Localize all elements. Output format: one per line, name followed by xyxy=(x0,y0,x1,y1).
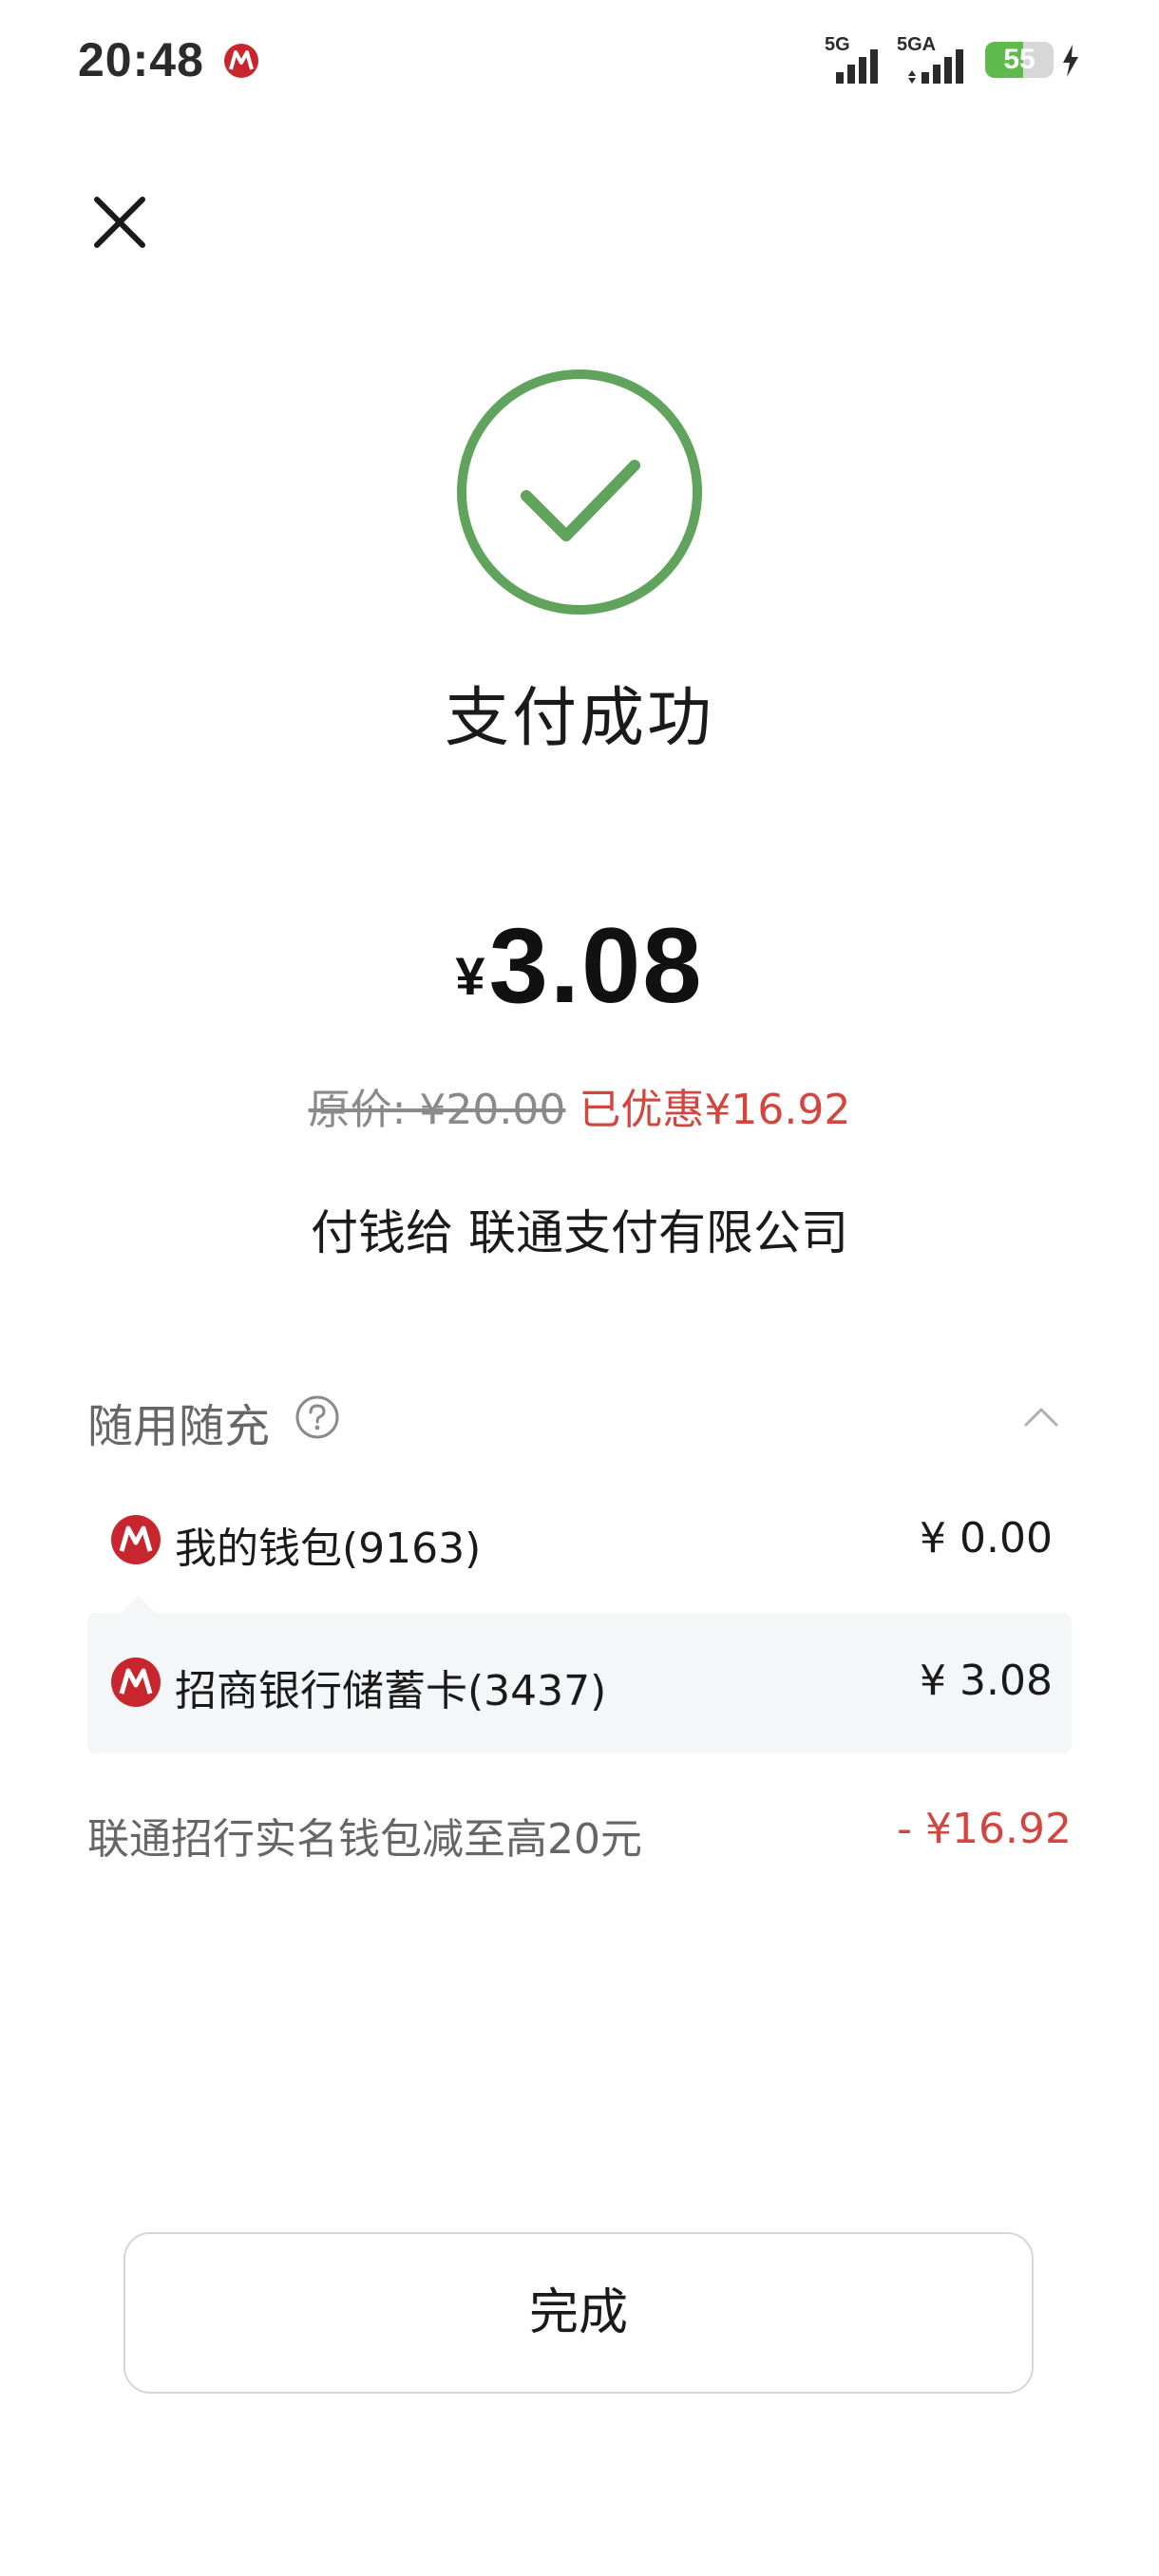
chevron-up-icon[interactable] xyxy=(1022,1402,1060,1429)
amount-value: 3.08 xyxy=(488,906,704,1025)
price-line: 原价: ¥20.00 已优惠¥16.92 xyxy=(0,1075,1159,1136)
close-icon[interactable] xyxy=(84,186,156,258)
status-time: 20:48 xyxy=(78,33,204,86)
battery-level: 55 xyxy=(1003,44,1036,75)
selected-row-pointer xyxy=(122,1596,156,1613)
success-check-icon xyxy=(457,369,702,615)
payment-method-name: 我的钱包(9163) xyxy=(175,1525,482,1573)
discount-value: - ¥16.92 xyxy=(897,1805,1072,1853)
payment-method-amount: ¥ 0.00 xyxy=(920,1514,1053,1563)
currency-symbol: ¥ xyxy=(455,946,485,1006)
bank-app-notification-icon xyxy=(224,44,258,78)
payment-method-row-selected[interactable]: 招商银行储蓄卡(3437) ¥ 3.08 xyxy=(87,1613,1072,1753)
original-price: 原价: ¥20.00 xyxy=(308,1086,566,1134)
help-icon[interactable] xyxy=(294,1394,340,1440)
payment-method-row[interactable]: 我的钱包(9163) ¥ 0.00 xyxy=(87,1470,1072,1611)
signal-icon-2 xyxy=(908,49,963,84)
status-indicators: 5G 5GA 55 xyxy=(825,34,1091,87)
battery-indicator: 55 xyxy=(985,42,1054,78)
payment-method-amount: ¥ 3.08 xyxy=(920,1657,1053,1705)
signal-icon-1 xyxy=(836,49,878,84)
discount-label: 联通招行实名钱包减至高20元 xyxy=(87,1815,642,1864)
cmb-logo-icon xyxy=(111,1515,161,1564)
payee: 付钱给 联通支付有限公司 xyxy=(311,1205,848,1260)
payment-success-title: 支付成功 xyxy=(444,681,714,756)
saved-amount: 已优惠¥16.92 xyxy=(579,1086,851,1134)
done-button[interactable]: 完成 xyxy=(124,2232,1034,2394)
charging-icon xyxy=(1063,45,1078,77)
payment-section-title: 随用随充 xyxy=(87,1400,271,1453)
cmb-logo-icon xyxy=(111,1657,161,1707)
payment-method-name: 招商银行储蓄卡(3437) xyxy=(175,1667,607,1715)
paid-amount: ¥3.08 xyxy=(0,904,1159,1027)
